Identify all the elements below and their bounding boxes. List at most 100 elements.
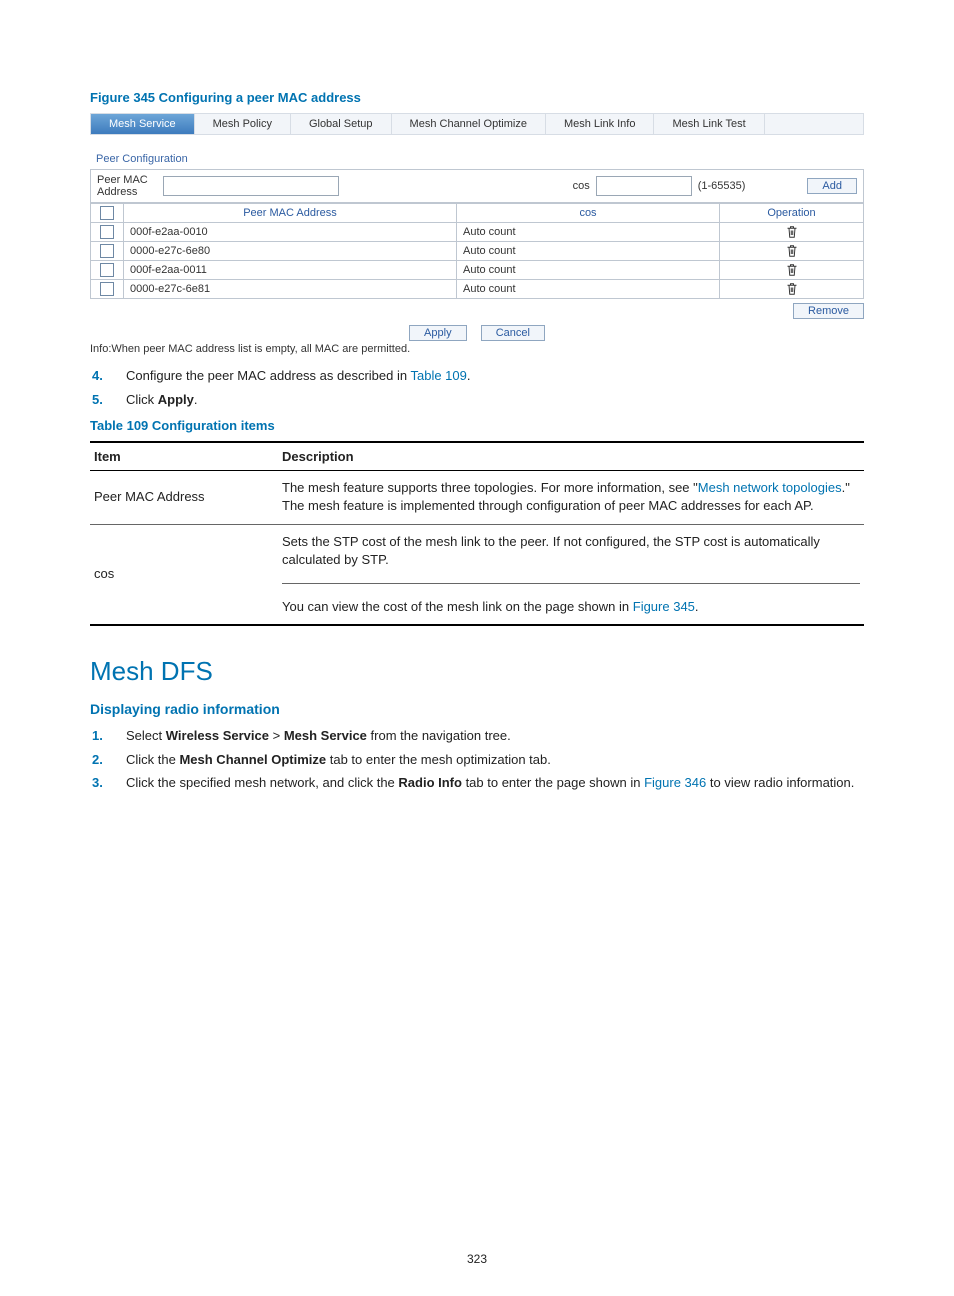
text: tab to enter the page shown in bbox=[462, 775, 644, 790]
text: . bbox=[194, 392, 198, 407]
tab-bar: Mesh Service Mesh Policy Global Setup Me… bbox=[90, 113, 864, 135]
row-checkbox[interactable] bbox=[100, 282, 114, 296]
text: Click the bbox=[126, 752, 179, 767]
peer-form-row: Peer MAC Address cos (1-65535) Add bbox=[91, 170, 863, 202]
cell-mac: 000f-e2aa-0011 bbox=[124, 261, 457, 280]
text: Configure the peer MAC address as descri… bbox=[126, 368, 410, 383]
step-number: 3. bbox=[90, 774, 126, 792]
trash-icon[interactable] bbox=[786, 283, 798, 295]
row-checkbox[interactable] bbox=[100, 263, 114, 277]
section-heading: Mesh DFS bbox=[90, 656, 864, 687]
select-all-checkbox[interactable] bbox=[100, 206, 114, 220]
divider bbox=[282, 583, 860, 584]
table-row: 000f-e2aa-0010Auto count bbox=[91, 223, 864, 242]
text: You can view the cost of the mesh link o… bbox=[282, 599, 633, 614]
peer-config-panel: Peer MAC Address cos (1-65535) Add bbox=[90, 169, 864, 203]
app-screenshot: Mesh Service Mesh Policy Global Setup Me… bbox=[90, 113, 864, 355]
peer-mac-input[interactable] bbox=[163, 176, 339, 196]
cell-desc: Sets the STP cost of the mesh link to th… bbox=[278, 524, 864, 625]
cell-cos: Auto count bbox=[457, 242, 720, 261]
figure-caption: Figure 345 Configuring a peer MAC addres… bbox=[90, 90, 864, 105]
cell-mac: 0000-e27c-6e80 bbox=[124, 242, 457, 261]
cos-range-hint: (1-65535) bbox=[698, 180, 746, 192]
step-text: Select Wireless Service > Mesh Service f… bbox=[126, 727, 511, 745]
text-bold: Wireless Service bbox=[166, 728, 269, 743]
cell-mac: 0000-e27c-6e81 bbox=[124, 280, 457, 299]
breadcrumb-sep: > bbox=[269, 728, 284, 743]
table-row: cos Sets the STP cost of the mesh link t… bbox=[90, 524, 864, 625]
text-bold: Radio Info bbox=[398, 775, 462, 790]
peer-mac-label: Peer MAC Address bbox=[97, 174, 157, 198]
col-checkbox bbox=[91, 204, 124, 223]
tab-mesh-channel-optimize[interactable]: Mesh Channel Optimize bbox=[392, 114, 546, 134]
cell-desc: The mesh feature supports three topologi… bbox=[278, 471, 864, 524]
link-figure-346[interactable]: Figure 346 bbox=[644, 775, 706, 790]
trash-icon[interactable] bbox=[786, 245, 798, 257]
remove-row: Remove bbox=[90, 299, 864, 319]
link-figure-345[interactable]: Figure 345 bbox=[633, 599, 695, 614]
text: Click the specified mesh network, and cl… bbox=[126, 775, 398, 790]
trash-icon[interactable] bbox=[786, 226, 798, 238]
cell-item: Peer MAC Address bbox=[90, 471, 278, 524]
cell-cos: Auto count bbox=[457, 223, 720, 242]
col-description: Description bbox=[278, 442, 864, 471]
tab-mesh-service[interactable]: Mesh Service bbox=[91, 114, 195, 134]
page-number: 323 bbox=[0, 1252, 954, 1266]
text-bold: Mesh Channel Optimize bbox=[179, 752, 326, 767]
cell-item: cos bbox=[90, 524, 278, 625]
text: from the navigation tree. bbox=[367, 728, 511, 743]
config-items-table: Item Description Peer MAC Address The me… bbox=[90, 441, 864, 626]
text: to view radio information. bbox=[706, 775, 854, 790]
text: Click bbox=[126, 392, 158, 407]
table-caption: Table 109 Configuration items bbox=[90, 418, 864, 433]
step-text: Click the Mesh Channel Optimize tab to e… bbox=[126, 751, 551, 769]
step-text: Configure the peer MAC address as descri… bbox=[126, 367, 471, 385]
text: tab to enter the mesh optimization tab. bbox=[326, 752, 551, 767]
table-row: 000f-e2aa-0011Auto count bbox=[91, 261, 864, 280]
section-subheading: Displaying radio information bbox=[90, 701, 864, 717]
tab-mesh-link-test[interactable]: Mesh Link Test bbox=[654, 114, 764, 134]
remove-button[interactable]: Remove bbox=[793, 303, 864, 319]
col-peer-mac: Peer MAC Address bbox=[124, 204, 457, 223]
col-cos: cos bbox=[457, 204, 720, 223]
table-row: Peer MAC Address The mesh feature suppor… bbox=[90, 471, 864, 524]
table-row: 0000-e27c-6e81Auto count bbox=[91, 280, 864, 299]
info-line: Info:When peer MAC address list is empty… bbox=[90, 343, 864, 355]
col-item: Item bbox=[90, 442, 278, 471]
step-number: 4. bbox=[90, 367, 126, 385]
tab-spacer bbox=[765, 114, 863, 134]
tab-global-setup[interactable]: Global Setup bbox=[291, 114, 392, 134]
step-text: Click the specified mesh network, and cl… bbox=[126, 774, 854, 792]
tab-mesh-link-info[interactable]: Mesh Link Info bbox=[546, 114, 655, 134]
text-bold: Mesh Service bbox=[284, 728, 367, 743]
cancel-button[interactable]: Cancel bbox=[481, 325, 545, 341]
text: Select bbox=[126, 728, 166, 743]
row-checkbox[interactable] bbox=[100, 225, 114, 239]
text: . bbox=[467, 368, 471, 383]
tab-mesh-policy[interactable]: Mesh Policy bbox=[195, 114, 291, 134]
cell-mac: 000f-e2aa-0010 bbox=[124, 223, 457, 242]
peer-config-heading: Peer Configuration bbox=[90, 135, 864, 169]
text-bold: Apply bbox=[158, 392, 194, 407]
step-number: 2. bbox=[90, 751, 126, 769]
cos-input[interactable] bbox=[596, 176, 692, 196]
table-row: 0000-e27c-6e80Auto count bbox=[91, 242, 864, 261]
text: Sets the STP cost of the mesh link to th… bbox=[282, 534, 820, 567]
cell-cos: Auto count bbox=[457, 261, 720, 280]
link-table-109[interactable]: Table 109 bbox=[410, 368, 466, 383]
link-mesh-topologies[interactable]: Mesh network topologies bbox=[698, 480, 842, 495]
document-page: Figure 345 Configuring a peer MAC addres… bbox=[0, 0, 954, 1296]
cell-cos: Auto count bbox=[457, 280, 720, 299]
step-number: 1. bbox=[90, 727, 126, 745]
step-text: Click Apply. bbox=[126, 391, 198, 409]
trash-icon[interactable] bbox=[786, 264, 798, 276]
apply-button[interactable]: Apply bbox=[409, 325, 467, 341]
add-button[interactable]: Add bbox=[807, 178, 857, 194]
cos-label: cos bbox=[573, 180, 590, 192]
col-operation: Operation bbox=[720, 204, 864, 223]
text: . bbox=[695, 599, 699, 614]
steps-list-b: 1. Select Wireless Service > Mesh Servic… bbox=[90, 727, 864, 792]
text: The mesh feature supports three topologi… bbox=[282, 480, 698, 495]
peer-table: Peer MAC Address cos Operation 000f-e2aa… bbox=[90, 203, 864, 299]
row-checkbox[interactable] bbox=[100, 244, 114, 258]
